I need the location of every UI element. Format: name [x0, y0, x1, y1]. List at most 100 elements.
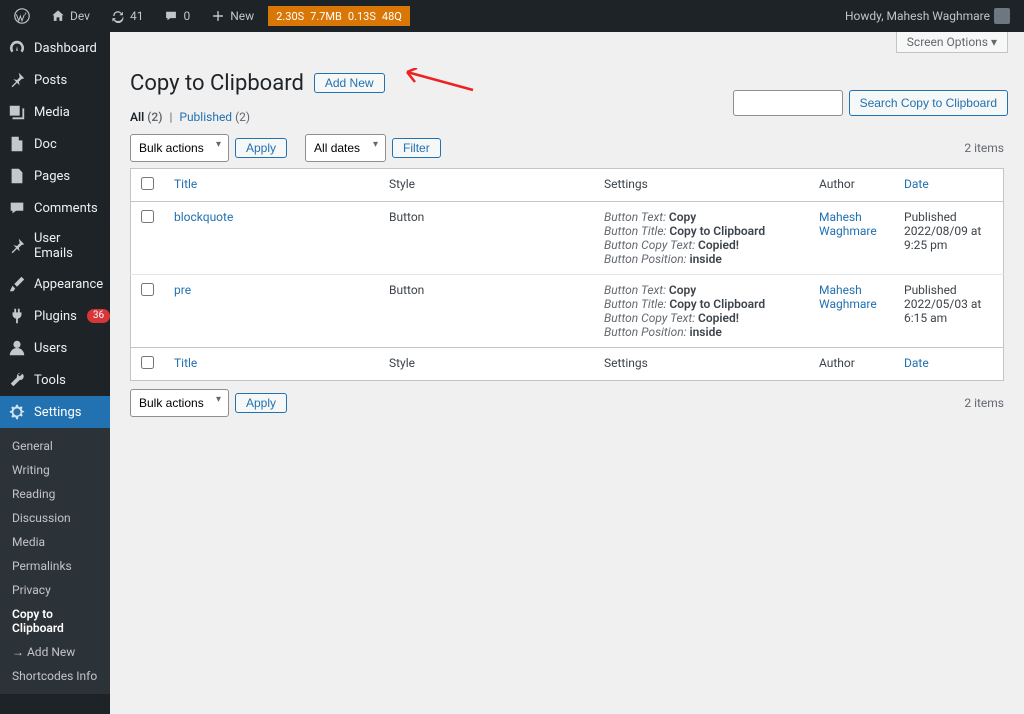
row-checkbox[interactable]	[141, 210, 154, 223]
col-date-foot[interactable]: Date	[904, 356, 929, 370]
new-link[interactable]: New	[204, 0, 260, 32]
dashboard-icon	[8, 39, 26, 57]
submenu-item[interactable]: Permalinks	[0, 554, 110, 578]
row-title-link[interactable]: pre	[174, 283, 191, 297]
pin-icon	[8, 71, 26, 89]
gear-icon	[8, 403, 26, 421]
annotation-arrow-icon	[395, 68, 475, 98]
home-icon	[50, 8, 66, 24]
sidebar-item-label: Dashboard	[34, 41, 97, 56]
apply-bulk-button-bottom[interactable]: Apply	[235, 393, 287, 413]
plug-icon	[8, 307, 26, 325]
row-style: Button	[389, 283, 424, 297]
metric-time2: 0.13S	[348, 10, 376, 23]
sidebar-item-appearance[interactable]: Appearance	[0, 268, 110, 300]
filter-published[interactable]: Published (2)	[179, 110, 250, 124]
submenu-item[interactable]: Copy to Clipboard	[0, 602, 110, 640]
wordpress-icon	[14, 8, 30, 24]
site-link[interactable]: Dev	[44, 0, 96, 32]
update-icon	[110, 8, 126, 24]
table-row: blockquote Button Button Text: Copy Butto…	[131, 202, 1004, 275]
row-date: 2022/08/09 at 9:25 pm	[904, 224, 981, 252]
setting-line: Button Copy Text: Copied!	[604, 311, 799, 325]
col-date[interactable]: Date	[904, 177, 929, 191]
date-filter-select[interactable]: All dates	[305, 134, 386, 162]
sidebar-item-plugins[interactable]: Plugins36	[0, 300, 110, 332]
select-all-checkbox-foot[interactable]	[141, 356, 154, 369]
debug-metrics[interactable]: 2.30S 7.7MB 0.13S 48Q	[268, 6, 410, 26]
sidebar-item-dashboard[interactable]: Dashboard	[0, 32, 110, 64]
submenu-item[interactable]: → Add New	[0, 640, 110, 664]
submenu-item[interactable]: Shortcodes Info	[0, 664, 110, 688]
table-row: pre Button Button Text: CopyButton Title…	[131, 275, 1004, 348]
comments-link[interactable]: 0	[157, 0, 196, 32]
submenu-item[interactable]: Discussion	[0, 506, 110, 530]
sidebar-item-label: Settings	[34, 405, 81, 420]
items-count-top: 2 items	[964, 141, 1004, 155]
row-date-status: Published	[904, 210, 957, 224]
sidebar-item-media[interactable]: Media	[0, 96, 110, 128]
sidebar-item-tools[interactable]: Tools	[0, 364, 110, 396]
col-title-foot[interactable]: Title	[174, 356, 197, 370]
sidebar-item-settings[interactable]: Settings	[0, 396, 110, 428]
admin-sidebar: Dashboard Posts Media Doc Pages CommentsUser …	[0, 32, 110, 714]
account-link[interactable]: Howdy, Mahesh Waghmare	[839, 0, 1016, 32]
add-new-button[interactable]: Add New	[314, 73, 385, 93]
updates-link[interactable]: 41	[104, 0, 150, 32]
col-style-foot: Style	[389, 356, 415, 370]
row-date: 2022/05/03 at 6:15 am	[904, 297, 981, 325]
main-content: Screen Options ▾ Search Copy to Clipboar…	[110, 32, 1024, 714]
screen-options-toggle[interactable]: Screen Options ▾	[896, 32, 1008, 53]
sidebar-item-label: Doc	[34, 137, 57, 152]
sidebar-item-label: Appearance	[34, 277, 103, 292]
row-author-link[interactable]: Mahesh Waghmare	[819, 210, 877, 238]
submenu-item[interactable]: Writing	[0, 458, 110, 482]
filter-all[interactable]: All (2)	[130, 110, 162, 124]
col-settings: Settings	[604, 177, 648, 191]
col-author-foot: Author	[819, 356, 855, 370]
sidebar-item-posts[interactable]: Posts	[0, 64, 110, 96]
wp-logo[interactable]	[8, 0, 36, 32]
setting-line: Button Position: inside	[604, 252, 799, 266]
row-date-status: Published	[904, 283, 957, 297]
col-author: Author	[819, 177, 855, 191]
submenu-item[interactable]: Privacy	[0, 578, 110, 602]
row-title-link[interactable]: blockquote	[174, 210, 233, 224]
sidebar-item-user-emails[interactable]: User Emails	[0, 224, 110, 268]
plus-icon	[210, 8, 226, 24]
sidebar-item-doc[interactable]: Doc	[0, 128, 110, 160]
pin-icon	[8, 237, 26, 255]
submenu-item[interactable]: Reading	[0, 482, 110, 506]
sidebar-item-label: Pages	[34, 169, 70, 184]
row-style: Button	[389, 210, 424, 224]
metric-mem: 7.7MB	[310, 10, 342, 23]
site-name: Dev	[70, 9, 90, 23]
sidebar-item-pages[interactable]: Pages	[0, 160, 110, 192]
howdy-text: Howdy, Mahesh Waghmare	[845, 9, 990, 23]
sidebar-item-comments[interactable]: Comments	[0, 192, 110, 224]
search-input[interactable]	[733, 90, 843, 116]
setting-line: Button Text: Copy	[604, 210, 799, 224]
col-title[interactable]: Title	[174, 177, 197, 191]
row-author-link[interactable]: Mahesh Waghmare	[819, 283, 877, 311]
apply-bulk-button[interactable]: Apply	[235, 138, 287, 158]
filter-button[interactable]: Filter	[392, 138, 441, 158]
bulk-actions-select-bottom[interactable]: Bulk actions	[130, 389, 229, 417]
avatar-icon	[994, 8, 1010, 24]
metric-queries: 48Q	[382, 10, 402, 23]
sidebar-item-label: Posts	[34, 73, 67, 88]
submenu-item[interactable]: Media	[0, 530, 110, 554]
search-button[interactable]: Search Copy to Clipboard	[849, 90, 1008, 116]
submenu-item[interactable]: General	[0, 434, 110, 458]
updates-count: 41	[130, 9, 144, 23]
row-checkbox[interactable]	[141, 283, 154, 296]
items-count-bottom: 2 items	[964, 396, 1004, 410]
sidebar-item-users[interactable]: Users	[0, 332, 110, 364]
admin-topbar: Dev 41 0 New 2.30S 7.7MB 0.13S 48Q Howdy…	[0, 0, 1024, 32]
wrench-icon	[8, 371, 26, 389]
sidebar-item-label: Tools	[34, 373, 66, 388]
doc-icon	[8, 135, 26, 153]
metric-time: 2.30S	[276, 10, 304, 23]
select-all-checkbox[interactable]	[141, 177, 154, 190]
bulk-actions-select[interactable]: Bulk actions	[130, 134, 229, 162]
